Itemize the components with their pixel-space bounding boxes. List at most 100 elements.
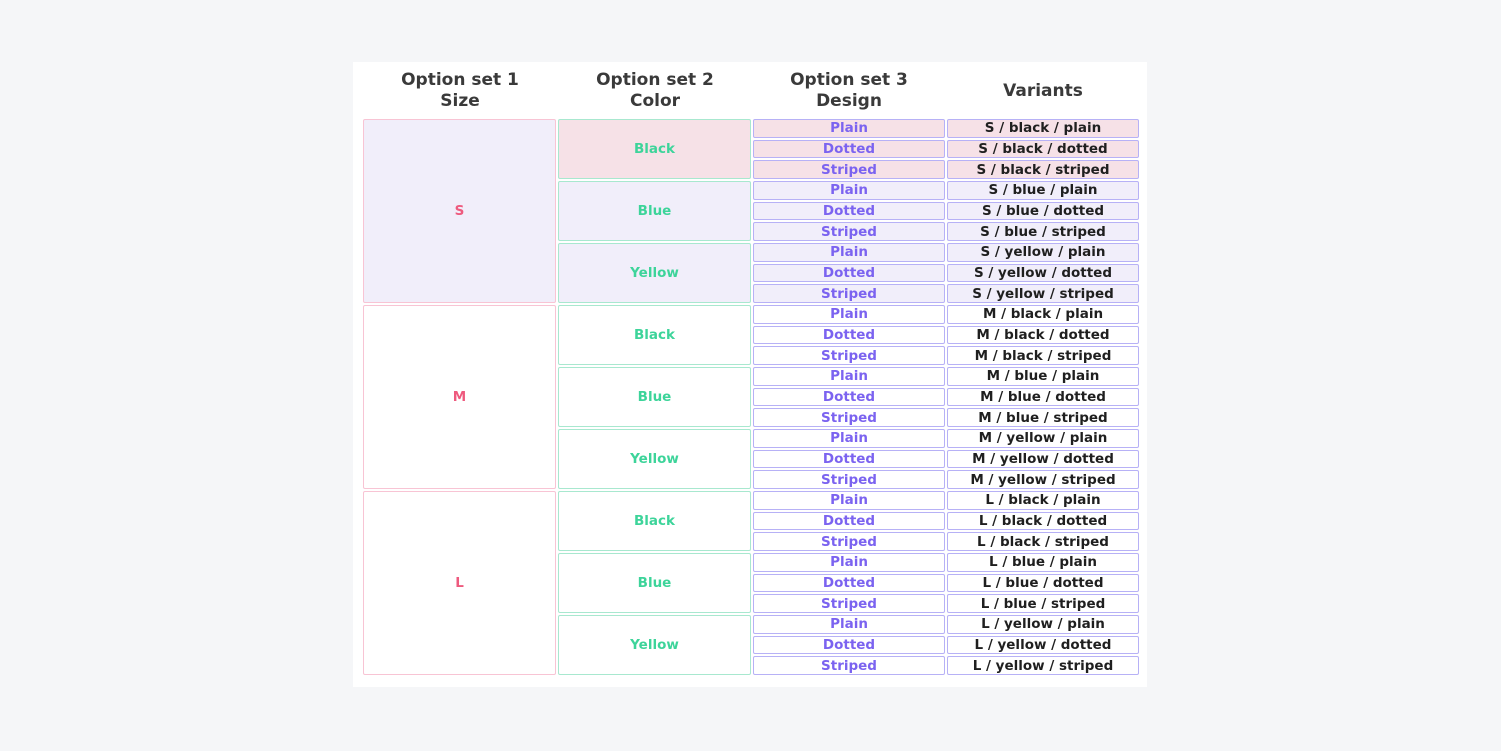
color-cell: Yellow xyxy=(558,429,751,490)
size-cell: S xyxy=(363,119,556,304)
variant-cell: S / yellow / plain xyxy=(947,243,1139,262)
color-cell-label: Blue xyxy=(637,203,672,219)
color-cell: Yellow xyxy=(558,243,751,304)
design-cell-label: Plain xyxy=(830,430,868,447)
design-cell-label: Striped xyxy=(821,533,877,550)
design-cell-label: Dotted xyxy=(822,575,876,592)
color-cell: Black xyxy=(558,491,751,552)
variant-cell-label: M / black / dotted xyxy=(976,327,1110,344)
design-cell: Dotted xyxy=(753,635,945,655)
design-cell-label: Striped xyxy=(821,347,877,364)
design-cell: Dotted xyxy=(753,263,945,283)
variants-table: Option set 1 Size Option set 2 Color Opt… xyxy=(353,62,1147,687)
variant-cell: S / black / striped xyxy=(947,160,1139,179)
design-cell-label: Plain xyxy=(830,554,868,571)
design-cell: Striped xyxy=(753,532,945,552)
header-variants: Variants xyxy=(946,70,1140,112)
variant-cell-label: L / blue / plain xyxy=(989,554,1097,571)
color-cell: Blue xyxy=(558,553,751,614)
design-cell: Striped xyxy=(753,284,945,304)
design-cell: Plain xyxy=(753,305,945,324)
variant-cell-label: M / blue / striped xyxy=(978,409,1108,426)
design-cell-label: Dotted xyxy=(822,203,876,219)
design-cell-label: Plain xyxy=(830,368,868,385)
color-cell-label: Blue xyxy=(637,575,672,592)
design-cell: Striped xyxy=(753,346,945,366)
design-cell-label: Striped xyxy=(821,161,877,178)
header-title: Option set 3 xyxy=(790,70,908,90)
variant-cell-label: S / blue / striped xyxy=(980,223,1106,240)
variant-cell: M / black / plain xyxy=(947,305,1139,324)
variant-cell-label: M / black / striped xyxy=(974,347,1112,364)
variant-cell: S / black / dotted xyxy=(947,139,1139,159)
variant-cell-label: S / blue / dotted xyxy=(981,203,1105,219)
variant-cell: S / blue / dotted xyxy=(947,201,1139,221)
variant-cell-label: L / yellow / striped xyxy=(972,657,1114,674)
color-cell-label: Black xyxy=(633,141,675,157)
design-cell: Plain xyxy=(753,367,945,386)
variant-cell: M / blue / dotted xyxy=(947,387,1139,407)
size-cell-label: S xyxy=(454,203,465,219)
design-cell-label: Plain xyxy=(830,182,868,199)
variant-cell-label: L / blue / dotted xyxy=(982,575,1104,592)
variant-cell-label: L / black / plain xyxy=(985,492,1101,509)
design-cell-label: Plain xyxy=(830,120,868,137)
design-cell-label: Striped xyxy=(821,471,877,488)
variant-cell: S / yellow / striped xyxy=(947,284,1139,304)
design-cell-label: Plain xyxy=(830,616,868,633)
design-cell-label: Dotted xyxy=(822,637,876,654)
design-cell-label: Plain xyxy=(830,306,868,323)
design-cell-label: Dotted xyxy=(822,140,876,157)
design-cell: Plain xyxy=(753,429,945,448)
variant-cell-label: M / yellow / dotted xyxy=(972,451,1114,468)
header-title: Option set 1 xyxy=(401,70,519,90)
variant-cell-label: S / blue / plain xyxy=(988,182,1098,199)
variant-cell-label: M / blue / dotted xyxy=(980,389,1106,406)
design-cell: Striped xyxy=(753,594,945,614)
header-option-set-1: Option set 1 Size xyxy=(363,70,557,112)
size-cell-label: L xyxy=(455,575,464,592)
design-cell: Dotted xyxy=(753,139,945,159)
variant-cell-label: L / blue / striped xyxy=(980,595,1106,612)
variant-cell: S / black / plain xyxy=(947,119,1139,138)
design-cell: Dotted xyxy=(753,511,945,531)
design-cell: Dotted xyxy=(753,325,945,345)
variant-cell: L / blue / striped xyxy=(947,594,1139,614)
size-cell-label: M xyxy=(452,389,467,406)
color-cell: Black xyxy=(558,119,751,179)
header-subtitle: Size xyxy=(440,91,480,111)
variant-cell-label: S / black / dotted xyxy=(978,140,1108,157)
design-cell: Dotted xyxy=(753,387,945,407)
color-cell-label: Yellow xyxy=(630,265,679,282)
variant-cell-label: M / black / plain xyxy=(982,306,1104,323)
design-cell: Striped xyxy=(753,656,945,676)
design-cell-label: Striped xyxy=(821,409,877,426)
design-cell: Striped xyxy=(753,222,945,241)
design-cell: Striped xyxy=(753,408,945,428)
variant-cell: L / black / plain xyxy=(947,491,1139,510)
design-cell: Plain xyxy=(753,119,945,138)
design-cell-label: Dotted xyxy=(822,451,876,468)
header-title: Variants xyxy=(1003,80,1083,101)
variant-cell: L / yellow / striped xyxy=(947,656,1139,676)
variant-cell-label: S / yellow / dotted xyxy=(973,265,1112,282)
design-cell-label: Plain xyxy=(830,492,868,509)
design-cell: Plain xyxy=(753,553,945,572)
variant-cell: M / yellow / striped xyxy=(947,470,1139,490)
variant-cell: S / yellow / dotted xyxy=(947,263,1139,283)
variant-cell: S / blue / striped xyxy=(947,222,1139,241)
variant-cell: M / blue / striped xyxy=(947,408,1139,428)
variant-cell: S / blue / plain xyxy=(947,181,1139,200)
variant-cell-label: S / yellow / striped xyxy=(972,285,1114,302)
variant-cell: L / yellow / dotted xyxy=(947,635,1139,655)
design-cell: Plain xyxy=(753,181,945,200)
color-cell: Black xyxy=(558,305,751,366)
design-cell: Plain xyxy=(753,615,945,634)
design-cell: Dotted xyxy=(753,449,945,469)
color-cell-label: Yellow xyxy=(630,637,679,654)
design-cell-label: Dotted xyxy=(822,327,876,344)
variant-cell-label: S / yellow / plain xyxy=(980,244,1106,261)
design-cell-label: Striped xyxy=(821,285,877,302)
design-cell: Plain xyxy=(753,491,945,510)
variant-cell: M / yellow / dotted xyxy=(947,449,1139,469)
